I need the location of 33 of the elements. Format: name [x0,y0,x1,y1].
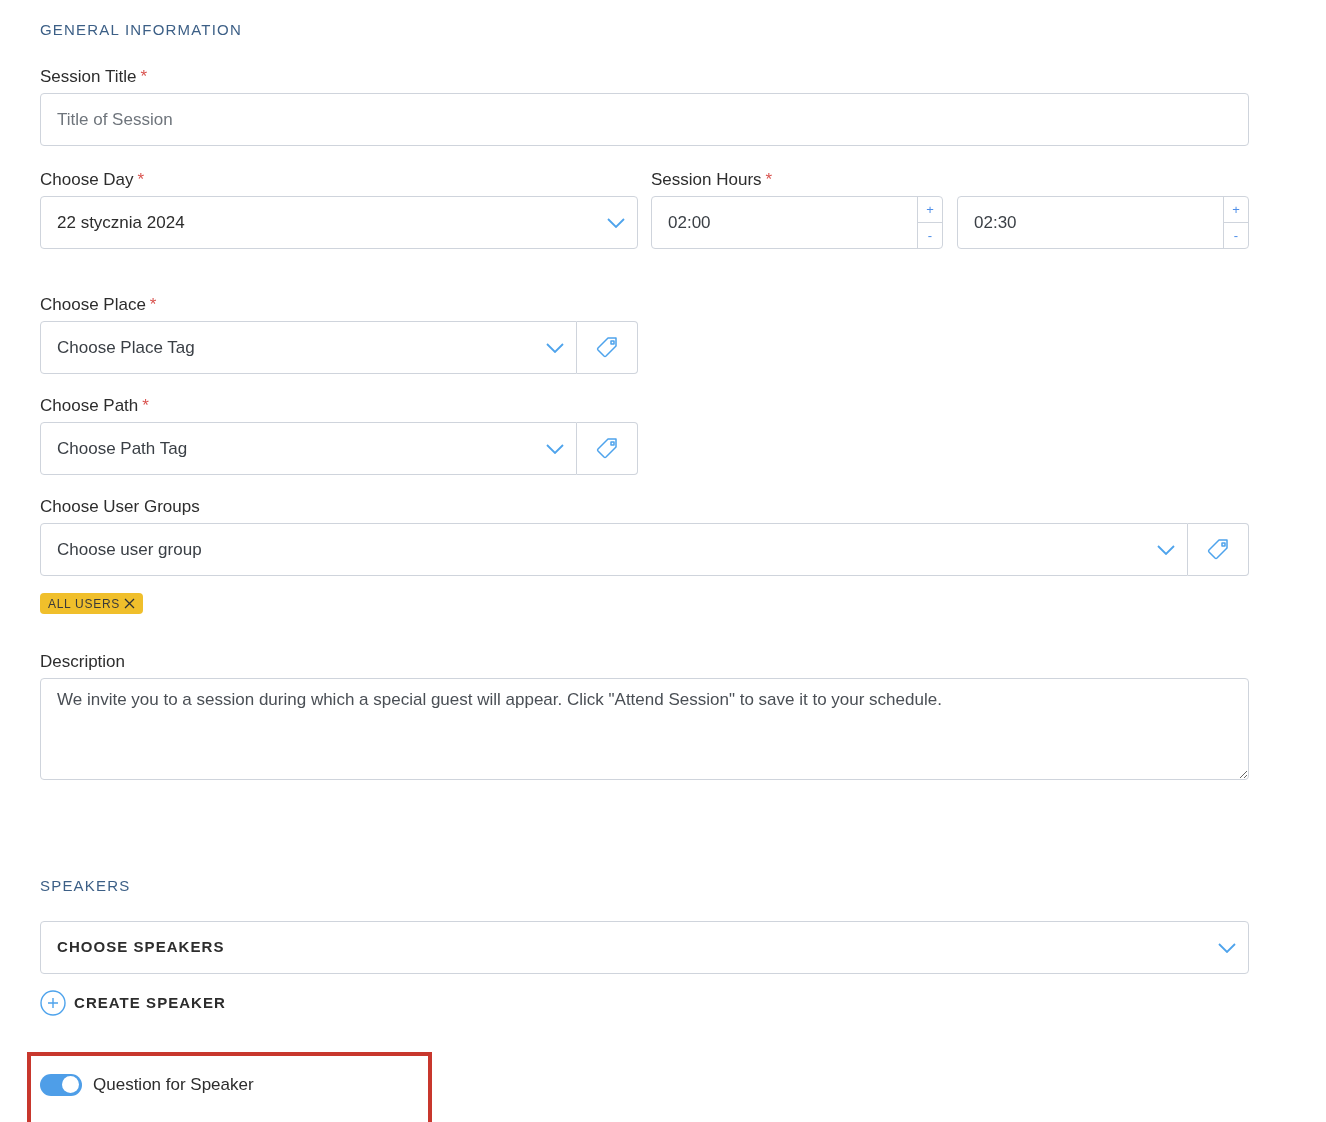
user-group-chip: ALL USERS [40,593,144,614]
field-label: Session Title * [40,67,147,87]
day-select[interactable]: 22 stycznia 2024 [40,196,638,249]
remove-icon[interactable] [124,598,136,609]
toggle-switch[interactable] [40,1073,82,1096]
section-heading: SPEAKERS [40,877,132,895]
chevron-down-icon [546,443,564,454]
field-label: Choose Place * [40,295,157,315]
chevron-down-icon [546,342,564,353]
field-label: Choose Path * [40,396,149,416]
create-speaker-button[interactable]: CREATE SPEAKER [40,990,226,1016]
tag-select[interactable]: Choose Path Tag [40,422,577,475]
field-label: Choose User Groups [40,497,200,517]
field-label: Session Hours * [651,170,773,190]
speakers-select[interactable]: CHOOSE SPEAKERS [40,921,1249,974]
chevron-down-icon [1218,942,1236,953]
title-input[interactable]: Title of Session [40,93,1249,146]
chevron-down-icon [1157,544,1175,555]
plus-circle-icon [40,990,66,1016]
tag-button[interactable] [577,321,638,374]
tag-icon [595,436,619,461]
tag-button[interactable] [577,422,638,475]
tag-select[interactable]: Choose Place Tag [40,321,577,374]
description-textarea[interactable]: We invite you to a session during which a special guest will appear. Click "Attend Session" to save it to your schedule. [40,678,1249,780]
tag-icon [1206,537,1230,562]
section-heading: GENERAL INFORMATION [40,21,243,39]
field-label: Description [40,652,126,672]
tag-icon [595,335,619,360]
chevron-down-icon [607,217,625,228]
toggle-label: Question for Speaker [93,1074,254,1096]
tag-select[interactable]: Choose user group [40,523,1188,576]
tag-button[interactable] [1188,523,1249,576]
field-label: Choose Day * [40,170,145,190]
